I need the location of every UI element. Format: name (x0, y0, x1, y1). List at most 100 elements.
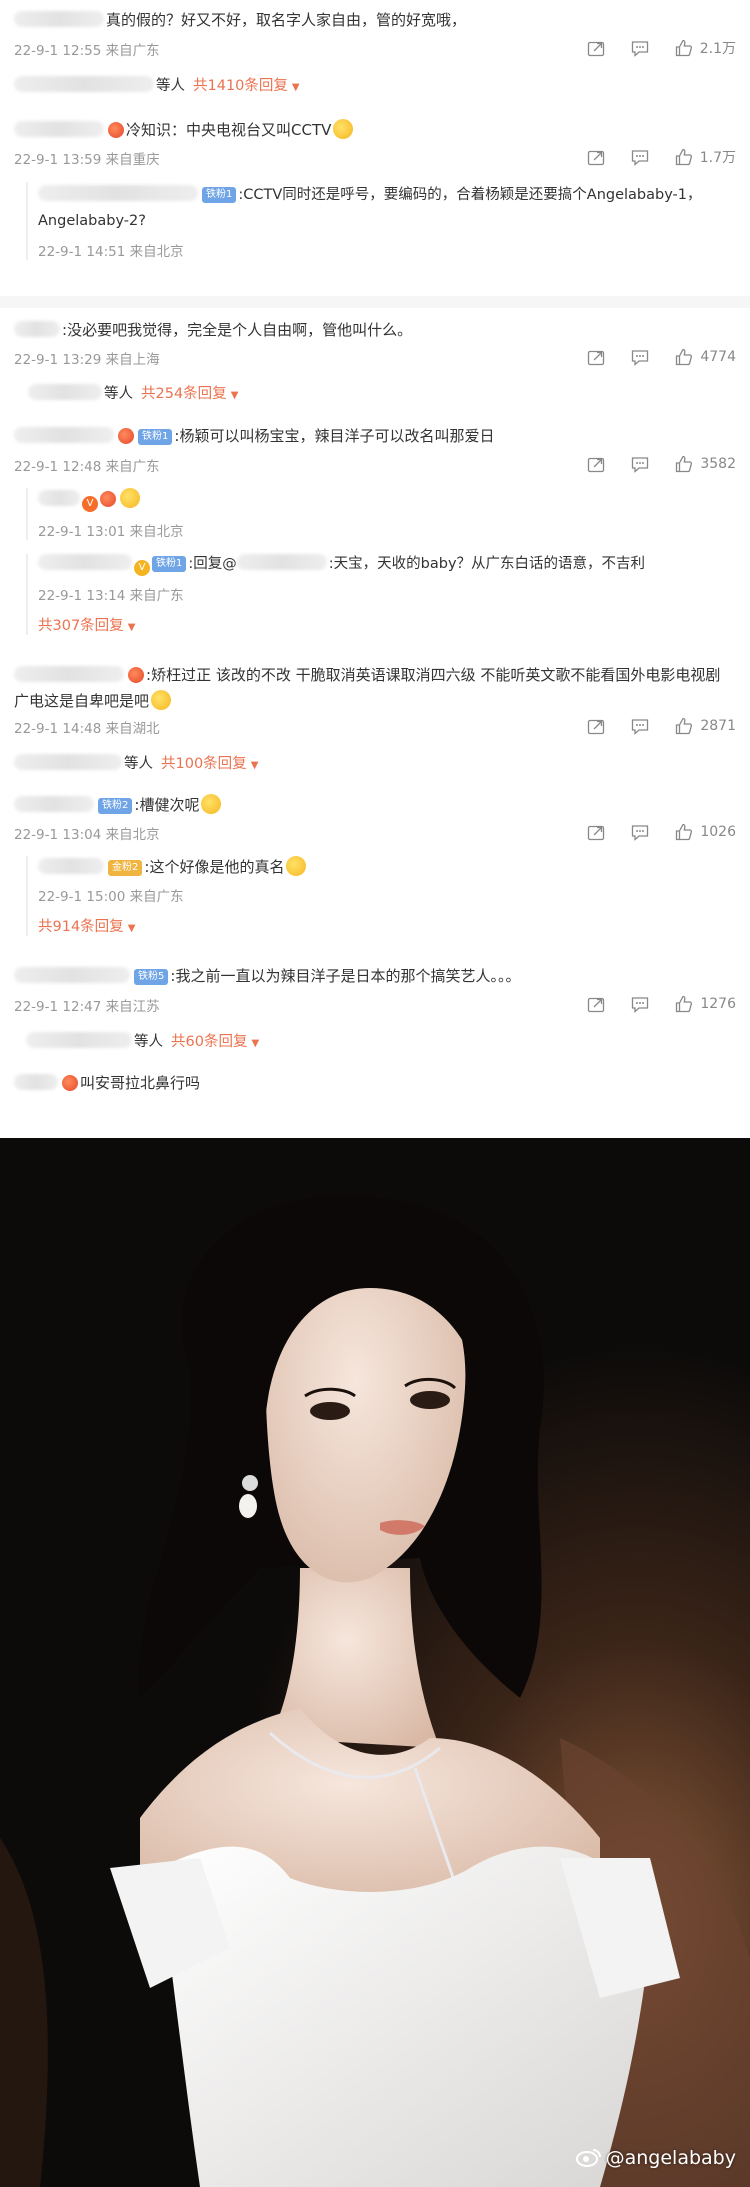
chevron-down-icon[interactable]: ▼ (251, 760, 259, 771)
comment-icon[interactable] (630, 454, 650, 474)
reply-count[interactable]: 共914条回复 (38, 919, 124, 935)
blurred-username[interactable] (14, 321, 60, 337)
like-count: 2.1万 (699, 41, 736, 57)
like-icon[interactable] (674, 716, 694, 736)
fan-emoji-icon (118, 428, 134, 444)
comment-icon[interactable] (630, 147, 650, 167)
chevron-down-icon[interactable]: ▼ (128, 923, 136, 934)
share-icon[interactable] (586, 822, 606, 842)
fan-badge: 铁粉1 (202, 187, 237, 203)
verified-icon: V (134, 560, 150, 576)
more-replies[interactable]: 等人 共254条回复 ▼ (28, 382, 736, 403)
chevron-down-icon[interactable]: ▼ (128, 622, 136, 633)
chevron-down-icon[interactable]: ▼ (231, 390, 239, 401)
share-icon[interactable] (586, 454, 606, 474)
verified-icon: V (82, 496, 98, 512)
blurred-username[interactable] (14, 76, 154, 92)
fan-badge: 铁粉1 (152, 556, 187, 572)
sleepy-face-icon (333, 119, 354, 139)
chevron-down-icon[interactable]: ▼ (251, 1038, 259, 1049)
smiling-face-icon (201, 794, 222, 814)
more-replies[interactable]: 等人 共1410条回复 ▼ (14, 74, 736, 95)
comment-actions: 1026 (562, 822, 736, 842)
comment-actions: 1276 (562, 994, 736, 1014)
reply-time: 22-9-1 15:00 来自广东 (38, 889, 184, 905)
comment-icon[interactable] (630, 38, 650, 58)
fan-emoji-icon (128, 667, 144, 683)
smiling-face-icon (286, 856, 307, 876)
reply-count[interactable]: 共254条回复 (141, 386, 227, 402)
like-icon[interactable] (674, 454, 694, 474)
share-icon[interactable] (586, 716, 606, 736)
blurred-username[interactable] (14, 666, 124, 682)
reply: 金粉2:这个好像是他的真名 22-9-1 15:00 来自广东 共914条回复 ▼ (26, 856, 736, 936)
blurred-username[interactable] (14, 1074, 58, 1090)
portrait-image (0, 1138, 750, 2187)
comment-5: :矫枉过正 该改的不改 干脆取消英语课取消四六级 不能听英文歌不能看国外电影电视… (14, 666, 721, 710)
more-replies[interactable]: 等人 共100条回复 ▼ (14, 752, 736, 773)
like-icon[interactable] (674, 822, 694, 842)
fan-badge: 铁粉2 (98, 798, 133, 814)
share-icon[interactable] (586, 147, 606, 167)
comment-4: 铁粉1:杨颖可以叫杨宝宝，辣目洋子可以改名叫那爱日 (14, 426, 736, 446)
blurred-username[interactable] (14, 754, 122, 770)
blurred-username[interactable] (236, 554, 327, 570)
share-icon[interactable] (586, 347, 606, 367)
reply-count[interactable]: 共60条回复 (171, 1034, 247, 1050)
comment-3: :没必要吧我觉得，完全是个人自由啊，管他叫什么。 (14, 320, 736, 340)
blurred-username[interactable] (14, 11, 104, 27)
like-icon[interactable] (674, 38, 694, 58)
blurred-username[interactable] (38, 185, 198, 201)
more-replies[interactable]: 共914条回复 ▼ (38, 915, 736, 936)
comment-icon[interactable] (630, 347, 650, 367)
comment-actions: 2871 (562, 716, 736, 736)
like-count: 1276 (700, 996, 736, 1012)
comment-text: 真的假的？好又不好，取名字人家自由，管的好宽哦， (106, 11, 467, 29)
reply-count[interactable]: 共100条回复 (161, 756, 247, 772)
reply-count[interactable]: 共307条回复 (38, 618, 124, 634)
comment-actions: 4774 (562, 347, 736, 367)
more-replies[interactable]: 等人 共60条回复 ▼ (26, 1030, 736, 1051)
like-count: 2871 (700, 718, 736, 734)
blurred-username[interactable] (26, 1032, 132, 1048)
blurred-username[interactable] (38, 858, 104, 874)
grinning-face-icon (151, 690, 172, 710)
blurred-username[interactable] (38, 554, 132, 570)
comment-actions: 3582 (562, 454, 736, 474)
blurred-username[interactable] (28, 384, 102, 400)
blurred-username[interactable] (38, 490, 80, 506)
fan-badge: 铁粉5 (134, 969, 169, 985)
like-icon[interactable] (674, 347, 694, 367)
reply-time: 22-9-1 13:14 来自广东 (38, 588, 184, 604)
comment-icon[interactable] (630, 716, 650, 736)
reply-count[interactable]: 共1410条回复 (193, 78, 288, 94)
comment-8: 叫安哥拉北鼻行吗 (14, 1073, 736, 1093)
comment-icon[interactable] (630, 994, 650, 1014)
comment-2: 冷知识：中央电视台又叫CCTV (14, 119, 736, 140)
weibo-logo-icon (575, 2149, 601, 2167)
blurred-username[interactable] (14, 427, 114, 443)
reply-text: 天宝，天收的baby？从广东白话的语意，不吉利 (333, 556, 646, 572)
laughing-face-icon (120, 488, 140, 508)
comment-icon[interactable] (630, 822, 650, 842)
comment-6: 铁粉2:槽健次呢 (14, 794, 736, 815)
like-count: 1026 (700, 824, 736, 840)
watermark: @angelababy (575, 2147, 736, 2169)
reply-time: 22-9-1 13:01 来自北京 (38, 524, 184, 540)
chevron-down-icon[interactable]: ▼ (292, 82, 300, 93)
like-count: 3582 (700, 456, 736, 472)
blurred-username[interactable] (14, 967, 130, 983)
section-divider (0, 296, 750, 308)
more-replies[interactable]: 共307条回复 ▼ (38, 614, 736, 635)
share-icon[interactable] (586, 994, 606, 1014)
reply: V 22-9-1 13:01 来自北京 (26, 488, 736, 540)
like-icon[interactable] (674, 994, 694, 1014)
blurred-username[interactable] (14, 121, 104, 137)
fan-emoji-icon (108, 122, 124, 138)
blurred-username[interactable] (14, 796, 94, 812)
comment-1: 真的假的？好又不好，取名字人家自由，管的好宽哦， (14, 10, 736, 30)
comment-feed: 真的假的？好又不好，取名字人家自由，管的好宽哦， 22-9-1 12:55 来自… (0, 0, 750, 1138)
like-icon[interactable] (674, 147, 694, 167)
share-icon[interactable] (586, 38, 606, 58)
reply-time: 22-9-1 14:51 来自北京 (38, 244, 184, 260)
